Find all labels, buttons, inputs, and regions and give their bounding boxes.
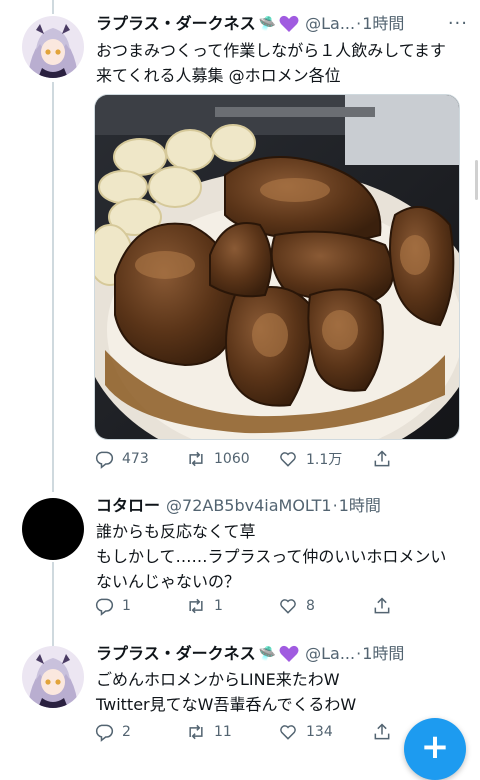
- handle[interactable]: @La...: [305, 642, 355, 666]
- reply-count: 473: [122, 451, 149, 467]
- tweet-actions: 473 1060 1.1万: [94, 449, 394, 471]
- ufo-icon: 🛸: [258, 646, 277, 662]
- display-name[interactable]: ラプラス・ダークネス: [96, 12, 256, 36]
- timestamp[interactable]: 1時間: [362, 642, 404, 666]
- separator-dot: ·: [332, 496, 338, 515]
- scrollbar[interactable]: [475, 160, 478, 200]
- tweet-header: コタロー @72AB5bv4iaMOLT1 · 1時間: [96, 494, 468, 518]
- thread-line-1: [52, 82, 54, 492]
- reply-count: 1: [122, 598, 131, 614]
- thread-line-top: [52, 0, 54, 14]
- tweet-header: ラプラス・ダークネス 🛸 @La... · 1時間: [96, 642, 468, 666]
- separator-dot: ·: [356, 644, 362, 663]
- thread-line-2: [52, 562, 54, 646]
- share-icon: [374, 450, 390, 467]
- ufo-icon: 🛸: [258, 16, 277, 32]
- avatar[interactable]: [22, 646, 84, 708]
- tweet-header: ラプラス・ダークネス 🛸 @La... · 1時間 ···: [96, 12, 468, 36]
- tweet-text: 誰からも反応なくて草 もしかして……ラプラスって仲のいいホロメンい ないんじゃな…: [96, 522, 447, 591]
- tweet-photo[interactable]: [94, 94, 460, 440]
- avatar[interactable]: [22, 498, 84, 560]
- like-count: 134: [306, 724, 333, 740]
- like-button[interactable]: 1.1万: [278, 449, 342, 469]
- share-icon: [374, 723, 390, 740]
- retweet-count: 1060: [214, 451, 250, 467]
- share-button[interactable]: [372, 722, 400, 742]
- share-button[interactable]: [372, 449, 400, 469]
- plus-icon: +: [420, 727, 450, 767]
- reply-button[interactable]: 2: [94, 722, 131, 742]
- like-button[interactable]: 8: [278, 596, 315, 616]
- like-count: 8: [306, 598, 315, 614]
- reply-count: 2: [122, 724, 131, 740]
- tweet-actions: 1 1 8: [94, 596, 394, 618]
- reply-button[interactable]: 473: [94, 449, 149, 469]
- tweet-text: おつまみつくって作業しながら１人飲みしてます 来てくれる人募集 @ホロメン各位: [96, 41, 452, 85]
- more-icon[interactable]: ···: [448, 12, 468, 36]
- retweet-count: 1: [214, 598, 223, 614]
- reply-icon: [95, 451, 114, 469]
- retweet-button[interactable]: 11: [186, 722, 232, 742]
- purple-heart-icon: [279, 645, 299, 663]
- separator-dot: ·: [356, 14, 362, 33]
- heart-icon: [280, 452, 296, 467]
- retweet-button[interactable]: 1: [186, 596, 223, 616]
- purple-heart-icon: [279, 15, 299, 33]
- reply-icon: [95, 598, 114, 616]
- timestamp[interactable]: 1時間: [362, 12, 404, 36]
- compose-tweet-button[interactable]: +: [404, 718, 466, 780]
- share-button[interactable]: [372, 596, 400, 616]
- food-photo-image: [95, 95, 459, 439]
- reply-icon: [95, 724, 114, 742]
- retweet-icon: [189, 598, 203, 614]
- avatar[interactable]: [22, 16, 84, 78]
- heart-icon: [280, 599, 296, 614]
- like-count: 1.1万: [306, 452, 343, 468]
- retweet-icon: [189, 451, 203, 467]
- tweet-text: ごめんホロメンからLINE来たわW Twitter見てなW吾輩呑んでくるわW: [96, 670, 357, 714]
- retweet-count: 11: [214, 724, 232, 740]
- display-name[interactable]: ラプラス・ダークネス: [96, 642, 256, 666]
- like-button[interactable]: 134: [278, 722, 333, 742]
- timestamp[interactable]: 1時間: [339, 494, 381, 518]
- display-name[interactable]: コタロー: [96, 494, 160, 518]
- retweet-icon: [189, 724, 203, 740]
- handle[interactable]: @72AB5bv4iaMOLT1: [166, 494, 332, 518]
- retweet-button[interactable]: 1060: [186, 449, 250, 469]
- reply-button[interactable]: 1: [94, 596, 131, 616]
- share-icon: [374, 597, 390, 614]
- tweet-actions: 2 11 134: [94, 722, 394, 744]
- handle[interactable]: @La...: [305, 12, 355, 36]
- heart-icon: [280, 725, 296, 740]
